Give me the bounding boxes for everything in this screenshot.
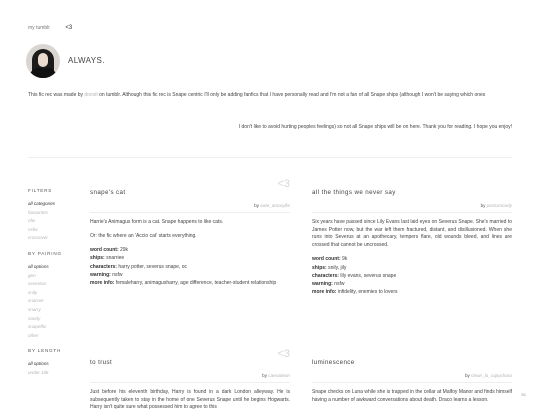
corner-mark: sc bbox=[521, 392, 526, 397]
characters-label: characters: bbox=[312, 272, 339, 279]
fic-author-link[interactable]: clean_la_capychara bbox=[471, 373, 512, 378]
intro-text-after: on tumblr. Although this fic rec is Snap… bbox=[97, 92, 486, 98]
intro-text-line-1: This fic rec was made by doesit on tumbl… bbox=[28, 92, 485, 98]
length-heading: BY LENGTH bbox=[28, 348, 62, 354]
fic-title[interactable]: luminescence bbox=[312, 359, 355, 366]
fic-card: to trust <3 by caeradeon Just before his… bbox=[90, 348, 290, 418]
author-link[interactable]: doesit bbox=[84, 92, 97, 98]
filter-favourites[interactable]: favourites bbox=[28, 209, 80, 218]
top-nav: my tumblr <3 bbox=[28, 25, 86, 31]
summary-paragraph: Snape checks on Luna while she is trappe… bbox=[312, 389, 512, 403]
divider bbox=[28, 157, 512, 158]
intro-text-before: This fic rec was made by bbox=[28, 92, 85, 98]
card-divider bbox=[90, 382, 290, 383]
summary-paragraph: Or: the fic where an 'Accio cat' starts … bbox=[90, 232, 197, 239]
by-label: by bbox=[464, 373, 470, 378]
fic-author-link[interactable]: caeradeon bbox=[268, 373, 290, 378]
characters-value: harry potter, severus snape, oc bbox=[118, 263, 188, 270]
fic-card: luminescence by clean_la_capychara Snape… bbox=[312, 351, 512, 410]
fic-summary: Six years have passed since Lily Evans l… bbox=[312, 219, 512, 249]
filter-ofw[interactable]: ofw bbox=[28, 217, 80, 226]
warning-value: nsfw bbox=[112, 271, 123, 278]
heart-link[interactable]: <3 bbox=[65, 25, 72, 31]
fic-byline: by caeradeon bbox=[90, 373, 290, 378]
ships-label: ships: bbox=[312, 264, 327, 271]
ships-value: snily, jily bbox=[328, 264, 347, 271]
pairing-snapeflix[interactable]: snapeflix bbox=[28, 323, 80, 332]
pairing-snarree[interactable]: snarree bbox=[28, 297, 80, 306]
ships-label: ships: bbox=[90, 255, 105, 262]
fic-summary: Harrie's Animagus form is a cat. Snape h… bbox=[90, 219, 290, 240]
pairing-gen[interactable]: gen bbox=[28, 272, 80, 281]
word-count-value: 9k bbox=[342, 256, 348, 263]
fic-card: snape's cat <3 by eate_amaryllis Harrie'… bbox=[90, 178, 290, 287]
fic-author-link[interactable]: eate_amaryllis bbox=[260, 203, 290, 208]
fic-author-link[interactable]: pecturnoody bbox=[487, 203, 512, 208]
characters-label: characters: bbox=[90, 263, 117, 270]
site-title: ALWAYS. bbox=[68, 56, 105, 65]
pairing-heading: BY PAIRING bbox=[28, 250, 62, 256]
word-count-label: word count: bbox=[312, 256, 341, 263]
my-tumblr-link[interactable]: my tumblr bbox=[28, 25, 50, 31]
pairing-severitus[interactable]: severitus bbox=[28, 280, 80, 289]
pairing-snarry[interactable]: snarry bbox=[28, 306, 80, 315]
length-all-options[interactable]: all options bbox=[28, 360, 80, 369]
filter-nsfw[interactable]: nsfw bbox=[28, 226, 80, 235]
filter-all-categories[interactable]: all categories bbox=[28, 200, 80, 209]
card-divider bbox=[312, 382, 512, 383]
card-divider bbox=[312, 212, 512, 213]
pairing-snily[interactable]: snily bbox=[28, 289, 80, 298]
summary-paragraph: Harrie's Animagus form is a cat. Snape h… bbox=[90, 219, 224, 225]
by-label: by bbox=[254, 203, 260, 208]
fic-title[interactable]: to trust bbox=[90, 359, 112, 366]
ships-value: snarriee bbox=[106, 255, 125, 262]
sidebar: FILTERS all categories favourites ofw ns… bbox=[28, 188, 80, 378]
fic-byline: by eate_amaryllis bbox=[90, 203, 290, 208]
word-count-label: word count: bbox=[90, 247, 119, 254]
fic-title[interactable]: snape's cat bbox=[90, 189, 126, 196]
fic-meta: word count: 29k ships: snarriee characte… bbox=[90, 246, 290, 287]
more-info-label: more info: bbox=[312, 289, 337, 296]
summary-paragraph: Six years have passed since Lily Evans l… bbox=[312, 219, 512, 248]
word-count-value: 29k bbox=[120, 247, 129, 254]
fic-title[interactable]: all the things we never say bbox=[312, 189, 396, 196]
more-info-label: more info: bbox=[90, 280, 115, 286]
fic-summary: Snape checks on Luna while she is trappe… bbox=[312, 389, 512, 404]
length-under-10k[interactable]: under 10k bbox=[28, 369, 80, 378]
by-label: by bbox=[480, 203, 486, 208]
card-divider bbox=[90, 212, 290, 213]
by-label: by bbox=[262, 373, 267, 378]
heart-icon[interactable]: <3 bbox=[277, 348, 290, 360]
filter-crossover[interactable]: crossover bbox=[28, 234, 80, 243]
more-info-value: infidelity, enemies to lovers bbox=[337, 289, 398, 296]
warning-label: warning: bbox=[90, 271, 111, 278]
summary-paragraph: Just before his eleventh birthday, Harry… bbox=[90, 389, 290, 411]
warning-value: nsfw bbox=[334, 280, 345, 287]
fic-summary: Just before his eleventh birthday, Harry… bbox=[90, 389, 290, 412]
fic-byline: by clean_la_capychara bbox=[312, 373, 512, 378]
warning-label: warning: bbox=[312, 280, 333, 287]
pairing-other[interactable]: other bbox=[28, 332, 80, 341]
pairing-all-options[interactable]: all options bbox=[28, 263, 80, 272]
fic-byline: by pecturnoody bbox=[312, 203, 512, 208]
heart-icon[interactable]: <3 bbox=[277, 178, 290, 190]
pairing-sandy[interactable]: sandy bbox=[28, 315, 80, 324]
intro-text-line-2: I don't like to avoid hurting peoples fe… bbox=[238, 124, 512, 130]
fic-card: all the things we never say by pecturnoo… bbox=[312, 181, 512, 296]
characters-value: lily evans, severus snape bbox=[340, 272, 397, 279]
more-info-value: femaleharry, animagusharry, age differen… bbox=[115, 280, 277, 286]
filters-heading: FILTERS bbox=[28, 188, 53, 193]
fic-meta: word count: 9k ships: snily, jily charac… bbox=[312, 255, 512, 296]
avatar bbox=[26, 44, 60, 78]
